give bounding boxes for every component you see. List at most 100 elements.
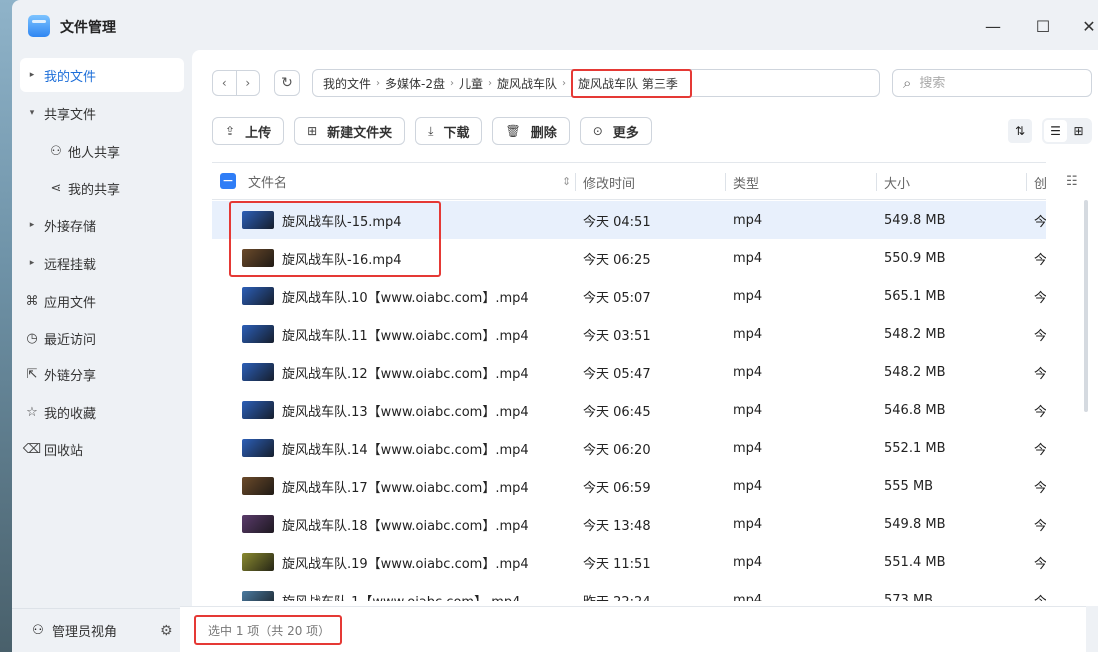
created-time-cell: 今 <box>1034 366 1046 382</box>
table-row[interactable]: 旋风战车队-15.mp4 今天 04:51 mp4 549.8 MB 今 <box>212 201 1046 239</box>
chevron-down-icon: ▾ <box>29 108 35 118</box>
column-settings-icon[interactable]: ☷ <box>1066 174 1078 189</box>
star-icon: ☆ <box>26 404 38 420</box>
file-type-cell: mp4 <box>733 326 763 342</box>
table-row[interactable]: 旋风战车队-16.mp4 今天 06:25 mp4 550.9 MB 今 <box>212 239 1046 277</box>
table-row[interactable]: 旋风战车队.1【www.oiabc.com】.mp4 昨天 22:24 mp4 573… <box>212 581 1046 601</box>
file-type-cell: mp4 <box>733 440 763 456</box>
column-divider <box>876 173 877 191</box>
sidebar-item-external-storage[interactable]: ▸ 外接存储 <box>20 208 184 242</box>
table-row[interactable]: 旋风战车队.12【www.oiabc.com】.mp4 今天 05:47 mp4 54… <box>212 353 1046 391</box>
file-type-cell: mp4 <box>733 478 763 494</box>
new-folder-button[interactable]: ⊞ 新建文件夹 <box>294 117 406 145</box>
maximize-button[interactable]: ☐ <box>1028 12 1058 40</box>
file-type-cell: mp4 <box>733 516 763 532</box>
history-nav: ‹ › <box>212 70 260 96</box>
column-modified[interactable]: 修改时间 <box>575 163 636 201</box>
created-time-cell: 今 <box>1034 556 1046 572</box>
search-input[interactable] <box>919 75 1070 91</box>
back-button[interactable]: ‹ <box>213 71 236 95</box>
app-title: 文件管理 <box>60 20 116 36</box>
modified-time-cell: 今天 11:51 <box>583 556 651 572</box>
view-toggle: ☰ ⊞ <box>1042 118 1092 144</box>
title-bar: 文件管理 — ☐ ✕ <box>12 0 1098 52</box>
file-name-cell: 旋风战车队.11【www.oiabc.com】.mp4 <box>282 328 529 344</box>
sidebar-item-external-links[interactable]: ⇱ 外链分享 <box>20 357 184 391</box>
crumb-separator: › <box>562 77 567 89</box>
close-button[interactable]: ✕ <box>1074 12 1098 40</box>
crumb-multimedia[interactable]: 多媒体-2盘 <box>385 75 445 92</box>
sidebar-item-label: 共享文件 <box>44 107 97 123</box>
file-size-cell: 552.1 MB <box>884 440 946 456</box>
search-icon: ⌕ <box>903 74 912 92</box>
table-row[interactable]: 旋风战车队.13【www.oiabc.com】.mp4 今天 06:45 mp4 54… <box>212 391 1046 429</box>
file-size-cell: 550.9 MB <box>884 250 946 266</box>
sidebar-item-my-shares[interactable]: ⋖ 我的共享 <box>44 171 184 205</box>
modified-time-cell: 今天 05:07 <box>583 290 651 306</box>
vertical-scrollbar[interactable] <box>1084 200 1088 412</box>
column-modified-label: 修改时间 <box>583 176 636 192</box>
download-label: 下载 <box>443 125 470 141</box>
delete-button[interactable]: 🗑 删除 <box>492 117 570 145</box>
column-name[interactable]: 文件名 <box>248 172 287 191</box>
video-thumbnail <box>242 363 274 381</box>
crumb-my-files[interactable]: 我的文件 <box>323 75 371 92</box>
table-row[interactable]: 旋风战车队.14【www.oiabc.com】.mp4 今天 06:20 mp4 55… <box>212 429 1046 467</box>
admin-view-button[interactable]: 管理员视角 <box>52 621 117 640</box>
grid-view-icon[interactable]: ⊞ <box>1067 120 1090 142</box>
minimize-button[interactable]: — <box>978 12 1008 40</box>
column-created[interactable]: 创 <box>1026 163 1047 201</box>
select-all-checkbox[interactable]: − <box>220 173 236 189</box>
table-row[interactable]: 旋风战车队.18【www.oiabc.com】.mp4 今天 13:48 mp4 54… <box>212 505 1046 543</box>
crumb-children[interactable]: 儿童 <box>459 75 483 92</box>
sidebar-item-recycle-bin[interactable]: ⌫ 回收站 <box>20 432 184 466</box>
list-view-icon[interactable]: ☰ <box>1044 120 1067 142</box>
video-thumbnail <box>242 287 274 305</box>
sidebar-item-recent[interactable]: ◷ 最近访问 <box>20 321 184 355</box>
file-name-cell: 旋风战车队.1【www.oiabc.com】.mp4 <box>282 581 520 602</box>
modified-time-cell: 今天 06:45 <box>583 404 651 420</box>
video-thumbnail <box>242 211 274 229</box>
file-name-cell: 旋风战车队.10【www.oiabc.com】.mp4 <box>282 290 529 306</box>
sort-button[interactable]: ⇅ <box>1008 119 1032 143</box>
selection-status: 选中 1 项（共 20 项） <box>194 615 343 645</box>
sidebar-item-remote-mount[interactable]: ▸ 远程挂载 <box>20 246 184 280</box>
table-row[interactable]: 旋风战车队.17【www.oiabc.com】.mp4 今天 06:59 mp4 55… <box>212 467 1046 505</box>
status-bar: 选中 1 项（共 20 项） <box>180 606 1086 652</box>
column-type[interactable]: 类型 <box>725 163 759 201</box>
admin-view-bar: ⚇ 管理员视角 ⚙ <box>12 608 192 652</box>
refresh-button[interactable]: ↻ <box>274 70 300 96</box>
sidebar-item-label: 应用文件 <box>44 295 97 311</box>
delete-label: 删除 <box>530 125 557 141</box>
upload-label: 上传 <box>245 125 272 141</box>
table-row[interactable]: 旋风战车队.19【www.oiabc.com】.mp4 今天 11:51 mp4 55… <box>212 543 1046 581</box>
forward-button[interactable]: › <box>235 71 260 95</box>
sidebar-item-favorites[interactable]: ☆ 我的收藏 <box>20 395 184 429</box>
selection-status-text: 选中 1 项（共 20 项） <box>208 623 331 638</box>
sort-arrows-icon[interactable]: ⇕ <box>562 175 571 188</box>
file-size-cell: 548.2 MB <box>884 364 946 380</box>
column-size[interactable]: 大小 <box>876 163 910 201</box>
upload-button[interactable]: ⇪ 上传 <box>212 117 285 145</box>
download-button[interactable]: ⤓ 下载 <box>415 117 483 145</box>
more-button[interactable]: ⊙ 更多 <box>579 117 652 145</box>
table-row[interactable]: 旋风战车队.11【www.oiabc.com】.mp4 今天 03:51 mp4 54… <box>212 315 1046 353</box>
crumb-series[interactable]: 旋风战车队 <box>497 75 557 92</box>
sidebar-item-label: 远程挂载 <box>44 257 97 273</box>
file-name-cell: 旋风战车队.18【www.oiabc.com】.mp4 <box>282 518 529 534</box>
file-type-cell: mp4 <box>733 212 763 228</box>
trash-icon: 🗑 <box>505 124 521 138</box>
sidebar-item-my-files[interactable]: ▸ 我的文件 <box>20 58 184 92</box>
created-time-cell: 今 <box>1034 404 1046 420</box>
settings-gear-icon[interactable]: ⚙ <box>160 623 173 639</box>
table-row[interactable]: 旋风战车队.10【www.oiabc.com】.mp4 今天 05:07 mp4 56… <box>212 277 1046 315</box>
sidebar-item-app-files[interactable]: ⌘ 应用文件 <box>20 284 184 318</box>
sidebar-item-label: 回收站 <box>44 443 84 459</box>
sidebar-item-shared-files[interactable]: ▾ 共享文件 <box>20 96 184 130</box>
video-thumbnail <box>242 439 274 457</box>
modified-time-cell: 今天 06:25 <box>583 252 651 268</box>
crumb-current-folder[interactable]: 旋风战车队 第三季 <box>571 68 692 98</box>
video-thumbnail <box>242 401 274 419</box>
modified-time-cell: 今天 04:51 <box>583 214 651 230</box>
sidebar-item-shared-with-me[interactable]: ⚇ 他人共享 <box>44 134 184 168</box>
